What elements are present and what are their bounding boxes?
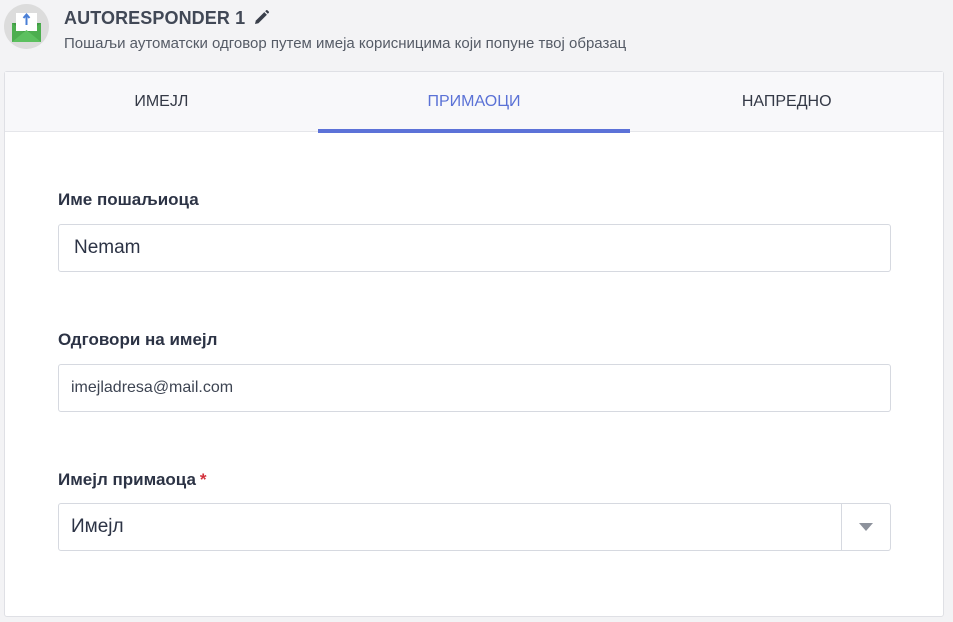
tab-email[interactable]: ИМЕЈЛ	[5, 72, 318, 132]
envelope-icon	[4, 4, 49, 49]
title-row: AUTORESPONDER 1	[64, 7, 270, 29]
element-subtitle: Пошаљи аутоматски одговор путем имеја ко…	[64, 35, 627, 52]
reply-to-value: imejladresa@mail.com	[71, 379, 234, 396]
pencil-icon[interactable]	[252, 9, 270, 27]
caret-down-icon[interactable]	[841, 504, 890, 550]
sender-name-label: Име пошаљиоца	[58, 190, 199, 209]
recipient-email-selected: Имејл	[71, 516, 124, 537]
recipient-email-label: Имејл примаоца *	[58, 470, 207, 490]
sender-name-input[interactable]: Nemam	[58, 224, 891, 272]
sender-name-value: Nemam	[74, 237, 141, 258]
tab-recipients[interactable]: ПРИМАОЦИ	[317, 72, 631, 133]
element-title: AUTORESPONDER 1	[64, 7, 246, 28]
reply-to-input[interactable]: imejladresa@mail.com	[58, 364, 891, 412]
tab-advanced[interactable]: НАПРЕДНО	[630, 72, 943, 132]
autoresponder-card: ИМЕЈЛ ПРИМАОЦИ НАПРЕДНО Име пошаљиоца Ne…	[4, 71, 944, 617]
recipient-email-label-text: Имејл примаоца	[58, 470, 196, 489]
reply-to-label: Одговори на имејл	[58, 330, 218, 349]
recipient-email-select[interactable]: Имејл	[58, 503, 891, 551]
tab-bar: ИМЕЈЛ ПРИМАОЦИ НАПРЕДНО	[5, 72, 943, 133]
form-element-header: AUTORESPONDER 1 Пошаљи аутоматски одгово…	[0, 0, 953, 70]
required-asterisk: *	[199, 470, 207, 489]
